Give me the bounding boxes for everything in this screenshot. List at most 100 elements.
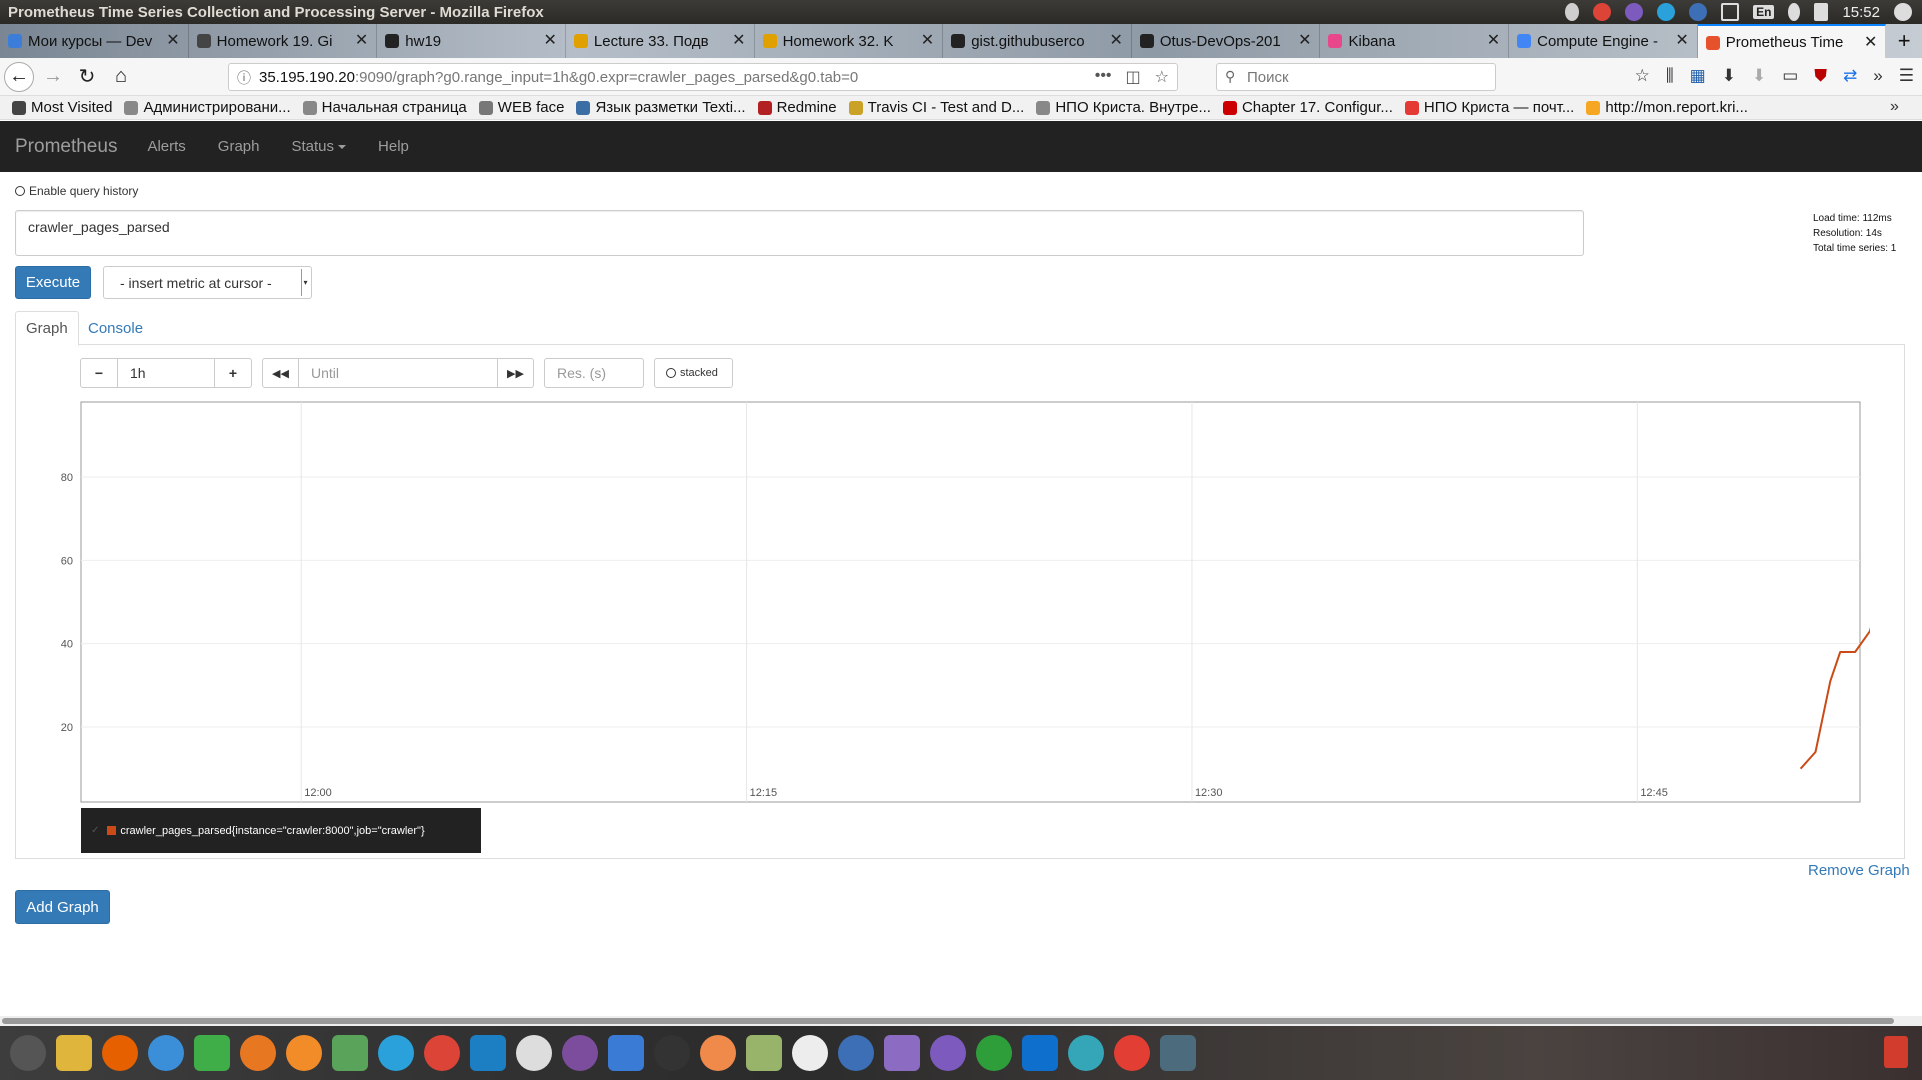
firefox-icon[interactable]: [102, 1035, 138, 1071]
range-decrease-button[interactable]: −: [80, 358, 118, 388]
add-graph-button[interactable]: Add Graph: [15, 890, 110, 924]
brand-link[interactable]: Prometheus: [15, 136, 117, 158]
tab-graph[interactable]: Graph: [15, 311, 79, 346]
close-icon[interactable]: ✕: [544, 30, 557, 50]
dash-icon[interactable]: [10, 1035, 46, 1071]
until-input[interactable]: Until: [298, 358, 498, 388]
notes-icon[interactable]: [884, 1035, 920, 1071]
bookmark-item[interactable]: Redmine: [757, 99, 837, 116]
bookmark-item[interactable]: WEB face: [478, 99, 564, 116]
browser-tab[interactable]: Homework 32. K ✕: [755, 24, 944, 58]
browser-tab[interactable]: Otus-DevOps-201 ✕: [1132, 24, 1321, 58]
spreadsheet-icon[interactable]: [194, 1035, 230, 1071]
browser-tab[interactable]: Lecture 33. Подв ✕: [566, 24, 755, 58]
database-icon[interactable]: [1160, 1035, 1196, 1071]
bell-icon[interactable]: [1788, 3, 1801, 21]
bookmark-item[interactable]: http://mon.report.kri...: [1586, 99, 1748, 116]
monitor-icon[interactable]: [470, 1035, 506, 1071]
close-icon[interactable]: ✕: [1298, 30, 1311, 50]
chat-icon[interactable]: [608, 1035, 644, 1071]
download-extension-icon[interactable]: ⬇: [1752, 66, 1766, 86]
settings-icon[interactable]: [332, 1035, 368, 1071]
close-icon[interactable]: ✕: [1109, 30, 1122, 50]
close-icon[interactable]: ✕: [1487, 30, 1500, 50]
time-forward-button[interactable]: ▶▶: [497, 358, 534, 388]
remote-desktop-icon[interactable]: [516, 1035, 552, 1071]
bookmarks-menu-icon[interactable]: ☆: [1635, 66, 1650, 86]
menu-icon[interactable]: ☰: [1899, 66, 1914, 86]
info-icon[interactable]: ⓘ: [237, 68, 251, 88]
forward-button[interactable]: →: [38, 62, 68, 92]
package-icon[interactable]: [1068, 1035, 1104, 1071]
navigator-tray-icon[interactable]: [1689, 3, 1708, 21]
clock[interactable]: 15:52: [1842, 4, 1880, 21]
telegram-icon[interactable]: [378, 1035, 414, 1071]
mail-icon[interactable]: [700, 1035, 736, 1071]
keyboard-layout[interactable]: En: [1753, 5, 1775, 19]
ubuntu-store-icon[interactable]: [286, 1035, 322, 1071]
query-history-toggle[interactable]: Enable query history: [15, 184, 138, 198]
presentation-icon[interactable]: [240, 1035, 276, 1071]
image-editor-icon[interactable]: [746, 1035, 782, 1071]
page-actions-icon[interactable]: •••: [1095, 67, 1112, 87]
network-icon[interactable]: [1565, 3, 1580, 21]
browser-tab[interactable]: Kibana ✕: [1320, 24, 1510, 58]
query-history-checkbox[interactable]: [15, 186, 25, 196]
close-icon[interactable]: ✕: [166, 30, 179, 50]
bookmark-item[interactable]: Travis CI - Test and D...: [848, 99, 1024, 116]
browser-tab[interactable]: gist.githubuserco ✕: [943, 24, 1132, 58]
pie-icon[interactable]: [1114, 1035, 1150, 1071]
back-button[interactable]: ←: [4, 61, 34, 92]
new-tab-button[interactable]: +: [1886, 24, 1922, 58]
graph-chart[interactable]: 20 40 60 80 12:00 12:15 12:30 12:45: [40, 400, 1870, 810]
insert-metric-select[interactable]: - insert metric at cursor - ▾: [103, 266, 312, 299]
overflow-icon[interactable]: »: [1873, 66, 1882, 86]
bookmark-item[interactable]: Администрировани...: [124, 99, 291, 116]
document-icon[interactable]: [148, 1035, 184, 1071]
chrome-icon[interactable]: [424, 1035, 460, 1071]
bookmark-item[interactable]: НПО Криста — почт...: [1404, 99, 1574, 116]
viber-icon[interactable]: [930, 1035, 966, 1071]
scrollbar-thumb[interactable]: [2, 1018, 1894, 1024]
horizontal-scrollbar[interactable]: [0, 1016, 1922, 1026]
reload-button[interactable]: ↻: [72, 62, 102, 92]
terminal-icon[interactable]: [654, 1035, 690, 1071]
pocket-icon[interactable]: ◫: [1126, 67, 1141, 87]
close-icon[interactable]: ✕: [921, 30, 934, 50]
bookmark-item[interactable]: Chapter 17. Configur...: [1222, 99, 1393, 116]
url-bar[interactable]: ⓘ 35.195.190.20:9090/graph?g0.range_inpu…: [228, 63, 1178, 91]
files-icon[interactable]: [56, 1035, 92, 1071]
execute-button[interactable]: Execute: [15, 266, 91, 299]
browser-tab[interactable]: Homework 19. Gi ✕: [189, 24, 378, 58]
expression-input[interactable]: crawler_pages_parsed: [15, 210, 1584, 256]
library-icon[interactable]: ⫼: [1666, 66, 1674, 86]
bookmark-item[interactable]: Most Visited: [12, 99, 112, 116]
nav-status[interactable]: Status: [292, 138, 347, 155]
nav-graph[interactable]: Graph: [218, 138, 260, 155]
close-icon[interactable]: ✕: [1864, 32, 1877, 52]
trash-icon[interactable]: [1884, 1036, 1908, 1068]
legend-series-label[interactable]: crawler_pages_parsed{instance="crawler:8…: [120, 825, 424, 837]
home-button[interactable]: ⌂: [106, 62, 136, 92]
extension-icon[interactable]: ▦: [1690, 66, 1706, 86]
volume-icon[interactable]: [1814, 3, 1829, 21]
close-icon[interactable]: ✕: [355, 30, 368, 50]
range-increase-button[interactable]: +: [214, 358, 252, 388]
chrome-tray-icon[interactable]: [1593, 3, 1612, 21]
search-input[interactable]: ⚲ Поиск: [1216, 63, 1496, 91]
range-input[interactable]: 1h: [117, 358, 215, 388]
nav-alerts[interactable]: Alerts: [147, 138, 185, 155]
bookmark-star-icon[interactable]: ☆: [1155, 67, 1169, 87]
bookmark-item[interactable]: Начальная страница: [302, 99, 467, 116]
ublock-icon[interactable]: ⛊: [1814, 66, 1827, 86]
close-icon[interactable]: ✕: [732, 30, 745, 50]
vm-icon[interactable]: [792, 1035, 828, 1071]
sidebar-icon[interactable]: ▭: [1782, 66, 1798, 86]
sync-icon[interactable]: ⇄: [1843, 66, 1857, 86]
navigator-icon[interactable]: [838, 1035, 874, 1071]
stacked-toggle[interactable]: stacked: [654, 358, 733, 388]
remove-graph-link[interactable]: Remove Graph: [1808, 862, 1910, 879]
nav-help[interactable]: Help: [378, 138, 409, 155]
legend-check-icon[interactable]: ✓: [91, 825, 99, 836]
download-icon[interactable]: ⬇: [1722, 66, 1736, 86]
